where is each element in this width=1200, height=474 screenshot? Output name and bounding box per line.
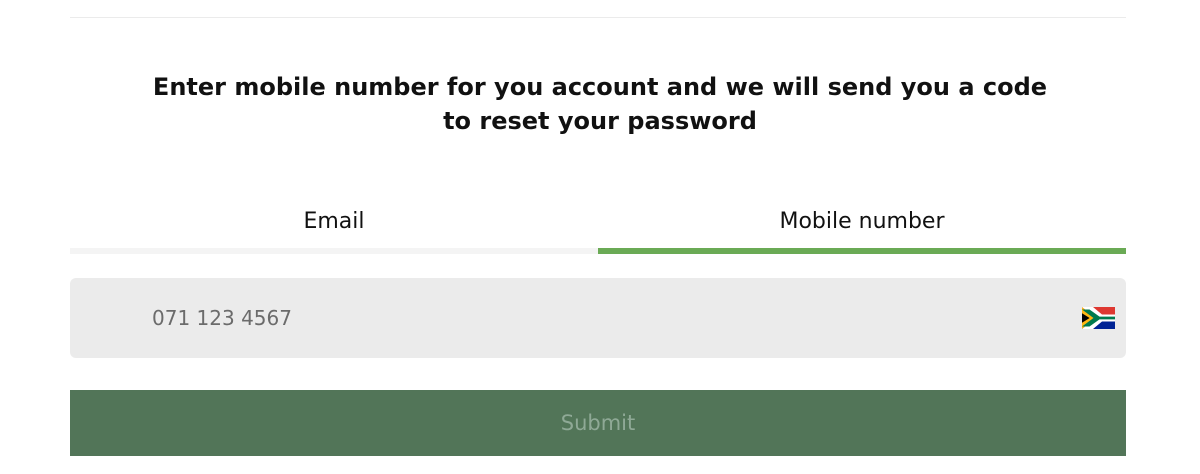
top-divider xyxy=(70,17,1126,18)
south-africa-flag-icon[interactable] xyxy=(1082,307,1115,329)
mobile-number-field xyxy=(70,278,1126,358)
reset-password-page: Enter mobile number for you account and … xyxy=(0,0,1200,474)
tab-mobile-number-label: Mobile number xyxy=(779,209,945,234)
submit-button[interactable]: Submit xyxy=(70,390,1126,456)
tab-email-label: Email xyxy=(303,209,365,234)
tab-email-underline xyxy=(70,248,598,254)
tab-email[interactable]: Email xyxy=(70,200,598,254)
tab-mobile-number[interactable]: Mobile number xyxy=(598,200,1126,254)
tab-mobile-number-underline xyxy=(598,248,1126,254)
mobile-number-input[interactable] xyxy=(70,278,1060,358)
instruction-text: Enter mobile number for you account and … xyxy=(152,73,1048,135)
reset-method-tabs: Email Mobile number xyxy=(70,200,1126,254)
